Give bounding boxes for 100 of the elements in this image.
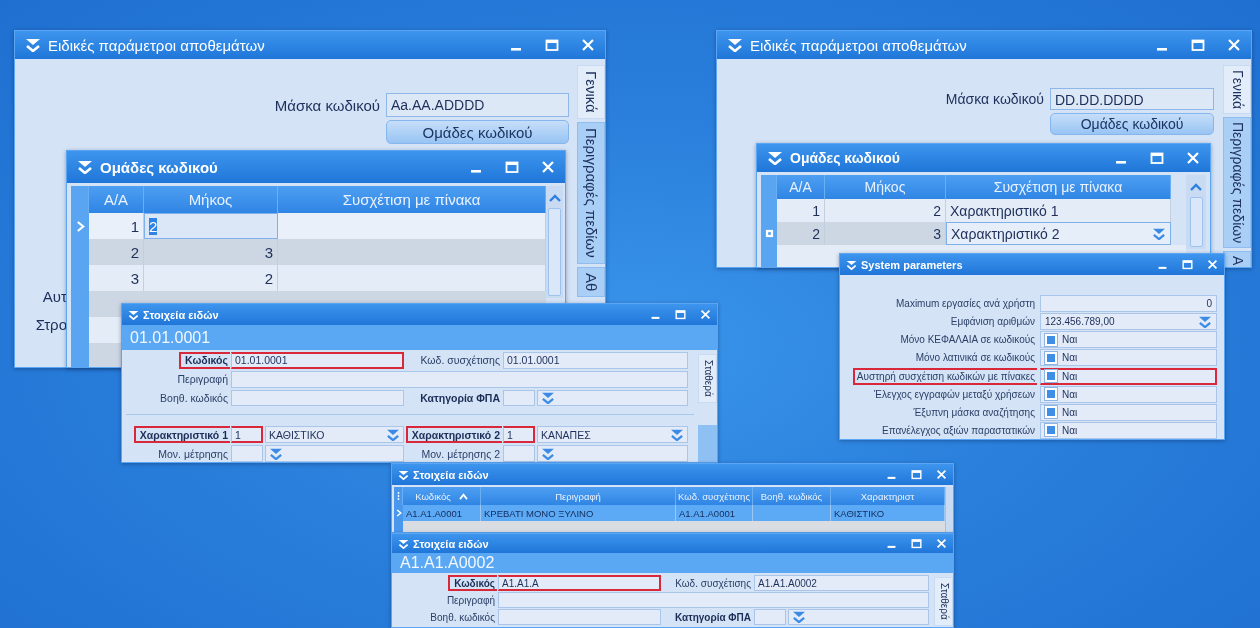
close-icon[interactable] bbox=[700, 309, 711, 320]
maximize-icon[interactable] bbox=[675, 309, 686, 320]
field-label: Στρο bbox=[34, 315, 67, 335]
dropdown-icon[interactable] bbox=[541, 392, 555, 404]
dropdown-icon[interactable] bbox=[792, 611, 806, 623]
combo-field[interactable] bbox=[788, 609, 929, 625]
table-cell: 1 bbox=[777, 199, 825, 222]
window-title: Ομάδες κωδικού bbox=[790, 150, 900, 166]
combo-field[interactable]: ΚΑΝΑΠΕΣ bbox=[537, 426, 688, 444]
input-field[interactable]: 1 bbox=[231, 426, 263, 444]
maximize-icon[interactable] bbox=[505, 160, 519, 174]
tab[interactable]: Α bbox=[1223, 251, 1251, 267]
tab[interactable]: Περιγραφές πεδίων bbox=[577, 121, 605, 264]
table-cell: 2 bbox=[825, 199, 946, 222]
dropdown-icon[interactable] bbox=[269, 447, 283, 460]
input-field[interactable] bbox=[231, 389, 404, 407]
chevron-down-icon bbox=[727, 38, 743, 52]
checkbox[interactable] bbox=[1045, 406, 1057, 419]
checkbox[interactable] bbox=[1045, 388, 1057, 401]
field-label: Έλεγχος εγγραφών μεταξύ χρήσεων bbox=[873, 387, 1036, 402]
maximize-icon[interactable] bbox=[1182, 259, 1193, 270]
table-cell: 3 bbox=[89, 265, 144, 291]
chevron-down-icon bbox=[767, 151, 783, 165]
close-icon[interactable] bbox=[1227, 38, 1241, 52]
field-label: Μον. μέτρησης bbox=[157, 446, 229, 462]
scrollbar[interactable] bbox=[546, 186, 563, 298]
combo-field[interactable]: ΚΑΘΙΣΤΙΚΟ bbox=[265, 426, 404, 444]
checkbox[interactable] bbox=[1045, 351, 1057, 364]
close-icon[interactable] bbox=[1186, 151, 1200, 165]
input-field[interactable] bbox=[503, 445, 535, 462]
table-row[interactable]: A1.A1.A0001 ΚΡΕΒΑΤΙ ΜΟΝΟ ΞΥΛΙΝΟ A1.A1.A0001 ΚΑΘΙΣΤΙΚΟ bbox=[394, 505, 945, 521]
dropdown-icon[interactable] bbox=[541, 447, 555, 460]
checkbox[interactable] bbox=[1045, 424, 1057, 437]
dropdown-field[interactable]: 123.456.789,00 bbox=[1040, 313, 1217, 331]
close-icon[interactable] bbox=[936, 469, 947, 480]
table-cell: 1 bbox=[89, 213, 144, 239]
input-field[interactable]: Aa.AA.ADDDD bbox=[386, 93, 569, 117]
combo-field[interactable] bbox=[265, 445, 404, 462]
caret-up-icon[interactable] bbox=[548, 194, 561, 202]
dropdown-icon[interactable] bbox=[386, 428, 400, 441]
tab[interactable]: Περιγραφές πεδίων bbox=[1223, 117, 1251, 249]
table-cell: 3 bbox=[825, 222, 946, 245]
input-field[interactable]: 1 bbox=[503, 426, 535, 444]
close-icon[interactable] bbox=[1207, 259, 1218, 270]
maximize-icon[interactable] bbox=[1150, 151, 1164, 165]
grip-icon[interactable] bbox=[396, 491, 400, 501]
tab[interactable]: Αθ bbox=[577, 266, 605, 297]
checkbox-label: Ναι bbox=[1062, 334, 1078, 346]
close-icon[interactable] bbox=[936, 538, 947, 549]
field-label: Μάσκα κωδικού bbox=[274, 96, 380, 114]
input-field[interactable]: 01.01.0001 bbox=[503, 352, 688, 369]
input-field[interactable] bbox=[498, 609, 661, 625]
table-cell: A1.A1.A0001 bbox=[403, 505, 481, 521]
maximize-icon[interactable] bbox=[1191, 38, 1205, 52]
window-title: Ομάδες κωδικού bbox=[100, 158, 218, 176]
groups-button[interactable]: Ομάδες κωδικού bbox=[1050, 113, 1214, 135]
record-title: 01.01.0001 bbox=[122, 325, 717, 350]
sort-caret-icon[interactable] bbox=[458, 492, 468, 500]
input-field[interactable]: A1.A1.A bbox=[498, 575, 661, 591]
scrollbar-thumb[interactable] bbox=[548, 208, 561, 296]
input-field[interactable] bbox=[754, 609, 786, 625]
groups-button[interactable]: Ομάδες κωδικού bbox=[386, 120, 569, 144]
input-field[interactable] bbox=[498, 592, 929, 608]
dropdown-icon[interactable] bbox=[670, 428, 684, 441]
tab[interactable]: Γενικά bbox=[1223, 65, 1251, 114]
tab[interactable]: Σταθερά bbox=[934, 577, 953, 626]
cell-input[interactable]: 2 bbox=[144, 213, 278, 239]
caret-up-icon[interactable] bbox=[1190, 183, 1202, 191]
checkbox-label: Ναι bbox=[1062, 424, 1078, 436]
input-field[interactable] bbox=[231, 370, 688, 388]
input-field[interactable]: A1.A1.A0002 bbox=[754, 575, 929, 591]
scrollbar[interactable] bbox=[945, 487, 953, 532]
dropdown-icon[interactable] bbox=[1198, 315, 1212, 328]
close-icon[interactable] bbox=[581, 38, 595, 52]
input-field[interactable]: 0 bbox=[1040, 295, 1217, 312]
tab[interactable]: Γενικά bbox=[577, 65, 605, 119]
input-field[interactable]: 01.01.0001 bbox=[231, 352, 404, 369]
input-field[interactable] bbox=[231, 445, 263, 462]
maximize-icon[interactable] bbox=[545, 38, 559, 52]
table-cell: 2 bbox=[144, 265, 278, 291]
close-icon[interactable] bbox=[541, 160, 555, 174]
combo-field[interactable] bbox=[537, 389, 688, 407]
input-field[interactable]: DD.DD.DDDD bbox=[1050, 88, 1214, 110]
input-field[interactable] bbox=[503, 389, 535, 407]
dropdown-icon[interactable] bbox=[1152, 227, 1166, 240]
field-label: Βοηθ. κωδικός bbox=[159, 391, 229, 406]
field-label: Βοηθ. κωδικός bbox=[429, 610, 496, 625]
maximize-icon[interactable] bbox=[911, 469, 922, 480]
maximize-icon[interactable] bbox=[911, 538, 922, 549]
scrollbar[interactable] bbox=[1186, 175, 1206, 249]
table-cell: A1.A1.A0001 bbox=[676, 505, 753, 521]
scrollbar-thumb[interactable] bbox=[1189, 197, 1203, 247]
field-label: Αυτ bbox=[41, 287, 67, 307]
checkbox[interactable] bbox=[1045, 370, 1057, 382]
checkbox-label: Ναι bbox=[1062, 406, 1078, 418]
combo-field[interactable]: Χαρακτηριστικό 2 bbox=[946, 222, 1171, 245]
square-icon bbox=[764, 229, 774, 238]
checkbox[interactable] bbox=[1045, 333, 1057, 346]
combo-field[interactable] bbox=[537, 445, 688, 462]
tab[interactable]: Σταθερά bbox=[698, 354, 717, 403]
